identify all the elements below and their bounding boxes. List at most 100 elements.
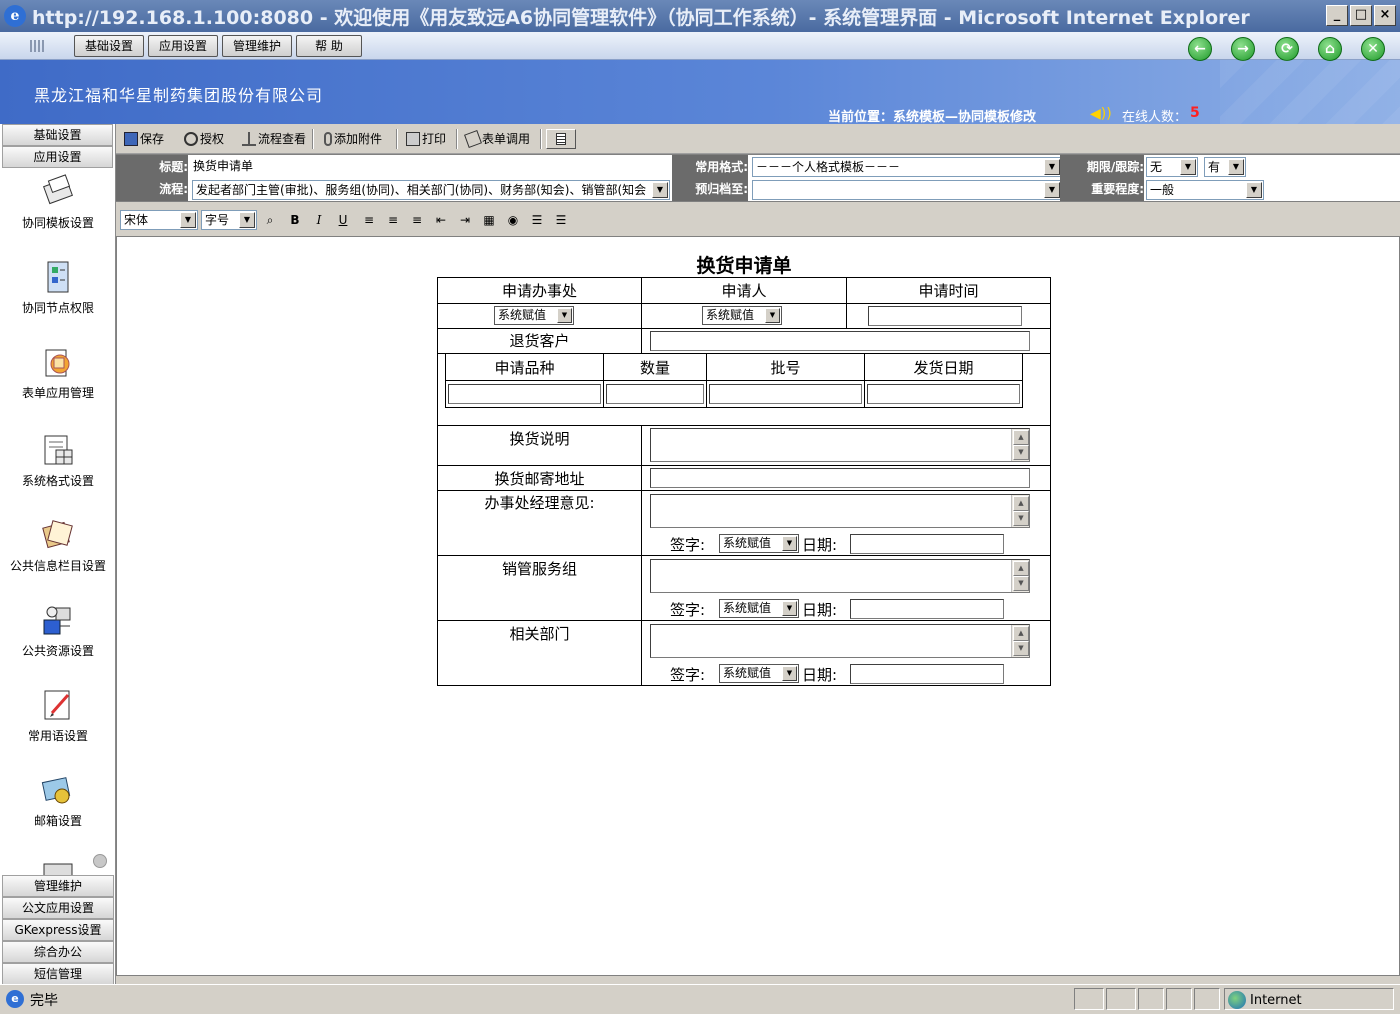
sidebar-item-node-permission[interactable]: 协同节点权限	[0, 259, 116, 316]
format-select[interactable]: －－－个人格式模板－－－ ▼	[752, 157, 1062, 177]
indent-icon[interactable]: ⇥	[456, 212, 474, 228]
qty-input[interactable]	[606, 384, 704, 404]
bullet-list-icon[interactable]: ☰	[528, 212, 546, 228]
mail-address-input[interactable]	[650, 468, 1030, 488]
manager-sign-select[interactable]: 系统赋值 ▼	[719, 534, 799, 553]
dept-date-input[interactable]	[850, 664, 1004, 684]
title-label: 标题:	[116, 156, 188, 178]
mail-address-label: 换货邮寄地址	[494, 470, 585, 488]
numbered-list-icon[interactable]: ☰	[552, 212, 570, 228]
manager-opinion-textarea[interactable]: ▲ ▼	[650, 494, 1030, 528]
sidebar-section-document[interactable]: 公文应用设置	[2, 897, 114, 919]
align-right-icon[interactable]: ≡	[408, 212, 426, 228]
scroll-up-icon[interactable]: ▲	[1013, 496, 1029, 511]
find-replace-icon[interactable]: ⌕	[261, 212, 279, 228]
deadline-select[interactable]: 无 ▼	[1146, 157, 1198, 177]
dept-sign-select[interactable]: 系统赋值 ▼	[719, 664, 799, 683]
font-select[interactable]: 宋体 ▼	[120, 210, 198, 230]
menu-app-settings[interactable]: 应用设置	[148, 35, 218, 57]
batch-input[interactable]	[709, 384, 862, 404]
toolbar-separator	[312, 129, 314, 149]
sidebar-section-office[interactable]: 综合办公	[2, 941, 114, 963]
related-dept-textarea[interactable]: ▲ ▼	[650, 624, 1030, 658]
home-icon[interactable]: ⌂	[1318, 37, 1342, 61]
flow-select[interactable]: 发起者部门主管(审批)、服务组(协同)、相关部门(协同)、财务部(知会)、销管部…	[192, 180, 670, 200]
sidebar-item-template[interactable]: 协同模板设置	[0, 174, 116, 231]
sign-label: 签字:	[670, 601, 706, 619]
notes-button[interactable]	[546, 129, 576, 149]
sidebar-section-app[interactable]: 应用设置	[2, 146, 113, 168]
textarea-scrollbar[interactable]: ▲ ▼	[1011, 560, 1029, 592]
ship-date-input[interactable]	[867, 384, 1020, 404]
archive-select[interactable]: ▼	[752, 180, 1062, 200]
scroll-down-icon[interactable]: ▼	[1013, 445, 1029, 460]
return-customer-input[interactable]	[650, 331, 1030, 351]
scroll-down-icon[interactable]	[93, 854, 107, 868]
align-center-icon[interactable]: ≡	[384, 212, 402, 228]
sidebar-section-gkexpress[interactable]: GKexpress设置	[2, 919, 114, 941]
close-window-button[interactable]: ×	[1374, 5, 1396, 26]
underline-button[interactable]: U	[334, 212, 352, 228]
print-button[interactable]: 打印	[406, 129, 446, 149]
table-icon[interactable]: ▦	[480, 212, 498, 228]
importance-select[interactable]: 一般 ▼	[1146, 180, 1264, 200]
scroll-up-icon[interactable]: ▲	[1013, 430, 1029, 445]
save-button[interactable]: 保存	[124, 129, 164, 149]
sidebar-item-label: 公共信息栏目设置	[9, 559, 106, 573]
speaker-icon[interactable]: ◀))	[1090, 106, 1112, 122]
scroll-up-icon[interactable]: ▲	[1013, 561, 1029, 576]
menu-basic-settings[interactable]: 基础设置	[74, 35, 144, 57]
sidebar-item-phrase[interactable]: 常用语设置	[0, 687, 116, 744]
refresh-icon[interactable]: ⟳	[1275, 37, 1299, 61]
sidebar-item-resource[interactable]: 公共资源设置	[0, 602, 116, 659]
sidebar-section-sms[interactable]: 短信管理	[2, 963, 114, 985]
exit-icon[interactable]: ✕	[1361, 37, 1385, 61]
maximize-button[interactable]: □	[1350, 5, 1372, 26]
back-arrow-icon[interactable]: ←	[1188, 37, 1212, 61]
scroll-down-icon[interactable]: ▼	[1013, 511, 1029, 526]
sidebar-item-mailbox[interactable]: 邮箱设置	[0, 772, 116, 829]
align-left-icon[interactable]: ≡	[360, 212, 378, 228]
form-call-button[interactable]: 表单调用	[464, 129, 530, 149]
image-icon[interactable]: ◉	[504, 212, 522, 228]
title-input[interactable]: 换货申请单	[190, 157, 668, 177]
forward-arrow-icon[interactable]: →	[1231, 37, 1255, 61]
attach-button[interactable]: 添加附件	[324, 129, 382, 149]
sales-date-input[interactable]	[850, 599, 1004, 619]
bold-button[interactable]: B	[286, 212, 304, 228]
font-size-select[interactable]: 字号 ▼	[201, 210, 257, 230]
sidebar-item-format[interactable]: 系统格式设置	[0, 432, 116, 489]
exchange-form-table: 申请办事处 申请人 申请时间 系统赋值 ▼ 系统赋值 ▼ 退货客户 申请品种 数…	[437, 277, 1051, 686]
col-time: 申请时间	[918, 282, 979, 300]
menu-maintenance[interactable]: 管理维护	[222, 35, 292, 57]
menu-help[interactable]: 帮 助	[296, 35, 362, 57]
textarea-scrollbar[interactable]: ▲ ▼	[1011, 495, 1029, 527]
sidebar-section-maintenance[interactable]: 管理维护	[2, 875, 114, 897]
sales-sign-select[interactable]: 系统赋值 ▼	[719, 599, 799, 618]
sidebar-item-label: 表单应用管理	[21, 386, 94, 400]
variety-input[interactable]	[448, 384, 601, 404]
sidebar-section-basic[interactable]: 基础设置	[2, 124, 113, 146]
applicant-select[interactable]: 系统赋值 ▼	[702, 306, 782, 325]
exchange-desc-textarea[interactable]: ▲ ▼	[650, 428, 1030, 462]
track-select[interactable]: 有 ▼	[1204, 157, 1246, 177]
sidebar-item-form-app[interactable]: 表单应用管理	[0, 344, 116, 401]
italic-button[interactable]: I	[310, 212, 328, 228]
editor-toolbar: 宋体 ▼ 字号 ▼ ⌕ B I U ≡ ≡ ≡ ⇤ ⇥ ▦ ◉ ☰ ☰	[116, 206, 1400, 234]
minimize-button[interactable]: _	[1326, 5, 1348, 26]
scroll-down-icon[interactable]: ▼	[1013, 576, 1029, 591]
sales-group-textarea[interactable]: ▲ ▼	[650, 559, 1030, 593]
view-flow-button[interactable]: 流程查看	[242, 129, 306, 149]
office-select[interactable]: 系统赋值 ▼	[494, 306, 574, 325]
manager-date-input[interactable]	[850, 534, 1004, 554]
outdent-icon[interactable]: ⇤	[432, 212, 450, 228]
online-users-count[interactable]: 5	[1190, 105, 1200, 121]
sidebar-item-info-column[interactable]: 公共信息栏目设置	[0, 517, 116, 574]
textarea-scrollbar[interactable]: ▲ ▼	[1011, 429, 1029, 461]
apply-time-input[interactable]	[868, 306, 1022, 326]
authorize-button[interactable]: 授权	[184, 129, 224, 149]
scroll-down-icon[interactable]: ▼	[1013, 641, 1029, 656]
chevron-down-icon: ▼	[180, 212, 196, 228]
scroll-up-icon[interactable]: ▲	[1013, 626, 1029, 641]
textarea-scrollbar[interactable]: ▲ ▼	[1011, 625, 1029, 657]
